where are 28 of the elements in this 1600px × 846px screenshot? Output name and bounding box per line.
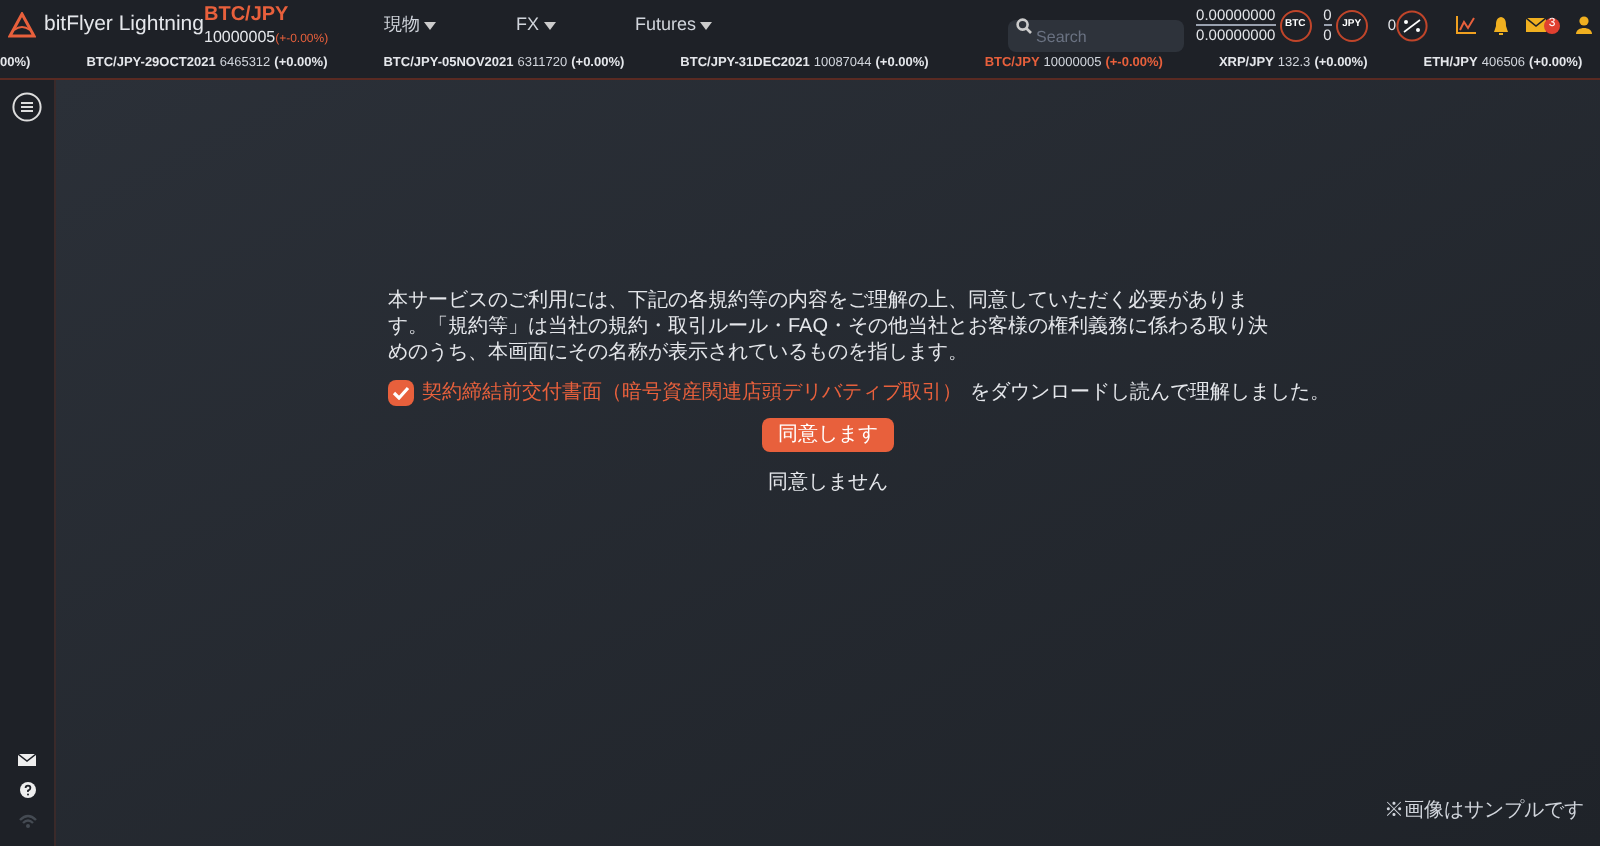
logo-text: bitFlyer Lightning <box>44 9 204 40</box>
user-icon[interactable] <box>1576 16 1592 34</box>
help-icon[interactable] <box>19 782 35 798</box>
chart-icon[interactable] <box>1456 16 1476 34</box>
menu-button[interactable]: Futures <box>635 11 713 39</box>
pair-name[interactable]: BTC/JPY <box>204 5 380 25</box>
caret-icon <box>700 21 713 29</box>
leverage-icon <box>1396 9 1428 41</box>
checkbox-label: をダウンロードし読んで理解しました。 <box>970 379 1330 408</box>
caret-icon <box>424 21 436 29</box>
price-text: 10000005 <box>204 29 276 45</box>
logo-icon <box>8 12 36 38</box>
disagree-button[interactable]: 同意しません <box>768 468 888 498</box>
bell-icon[interactable] <box>1492 15 1510 35</box>
agreement-checkbox[interactable] <box>388 380 414 406</box>
search-icon <box>1016 17 1033 33</box>
menu-button[interactable]: FX <box>516 11 556 39</box>
terms-paragraph: 本サービスのご利用には、下記の各規約等の内容をご理解の上、同意していただく必要があります。「規約等」は当社の規約・取引ルール・FAQ・その他当社とお客様の権利義務に係わる取り決めのうち、本画面にその名称が表示されているものを指します。 <box>388 288 1268 366</box>
mail-icon[interactable] <box>1526 18 1546 32</box>
check-icon <box>392 386 410 400</box>
menu-button[interactable]: 現物 <box>384 11 436 39</box>
search-field[interactable]: Search <box>1008 20 1185 52</box>
sample-note: ※画像はサンプルです <box>1384 797 1584 826</box>
menu-icon[interactable] <box>12 92 42 122</box>
caret-icon <box>543 21 556 29</box>
document-link[interactable]: 契約締結前交付書面（暗号資産関連店頭デリバティブ取引） <box>422 378 962 408</box>
wifi-icon <box>17 814 37 828</box>
mail-icon[interactable] <box>18 754 36 766</box>
